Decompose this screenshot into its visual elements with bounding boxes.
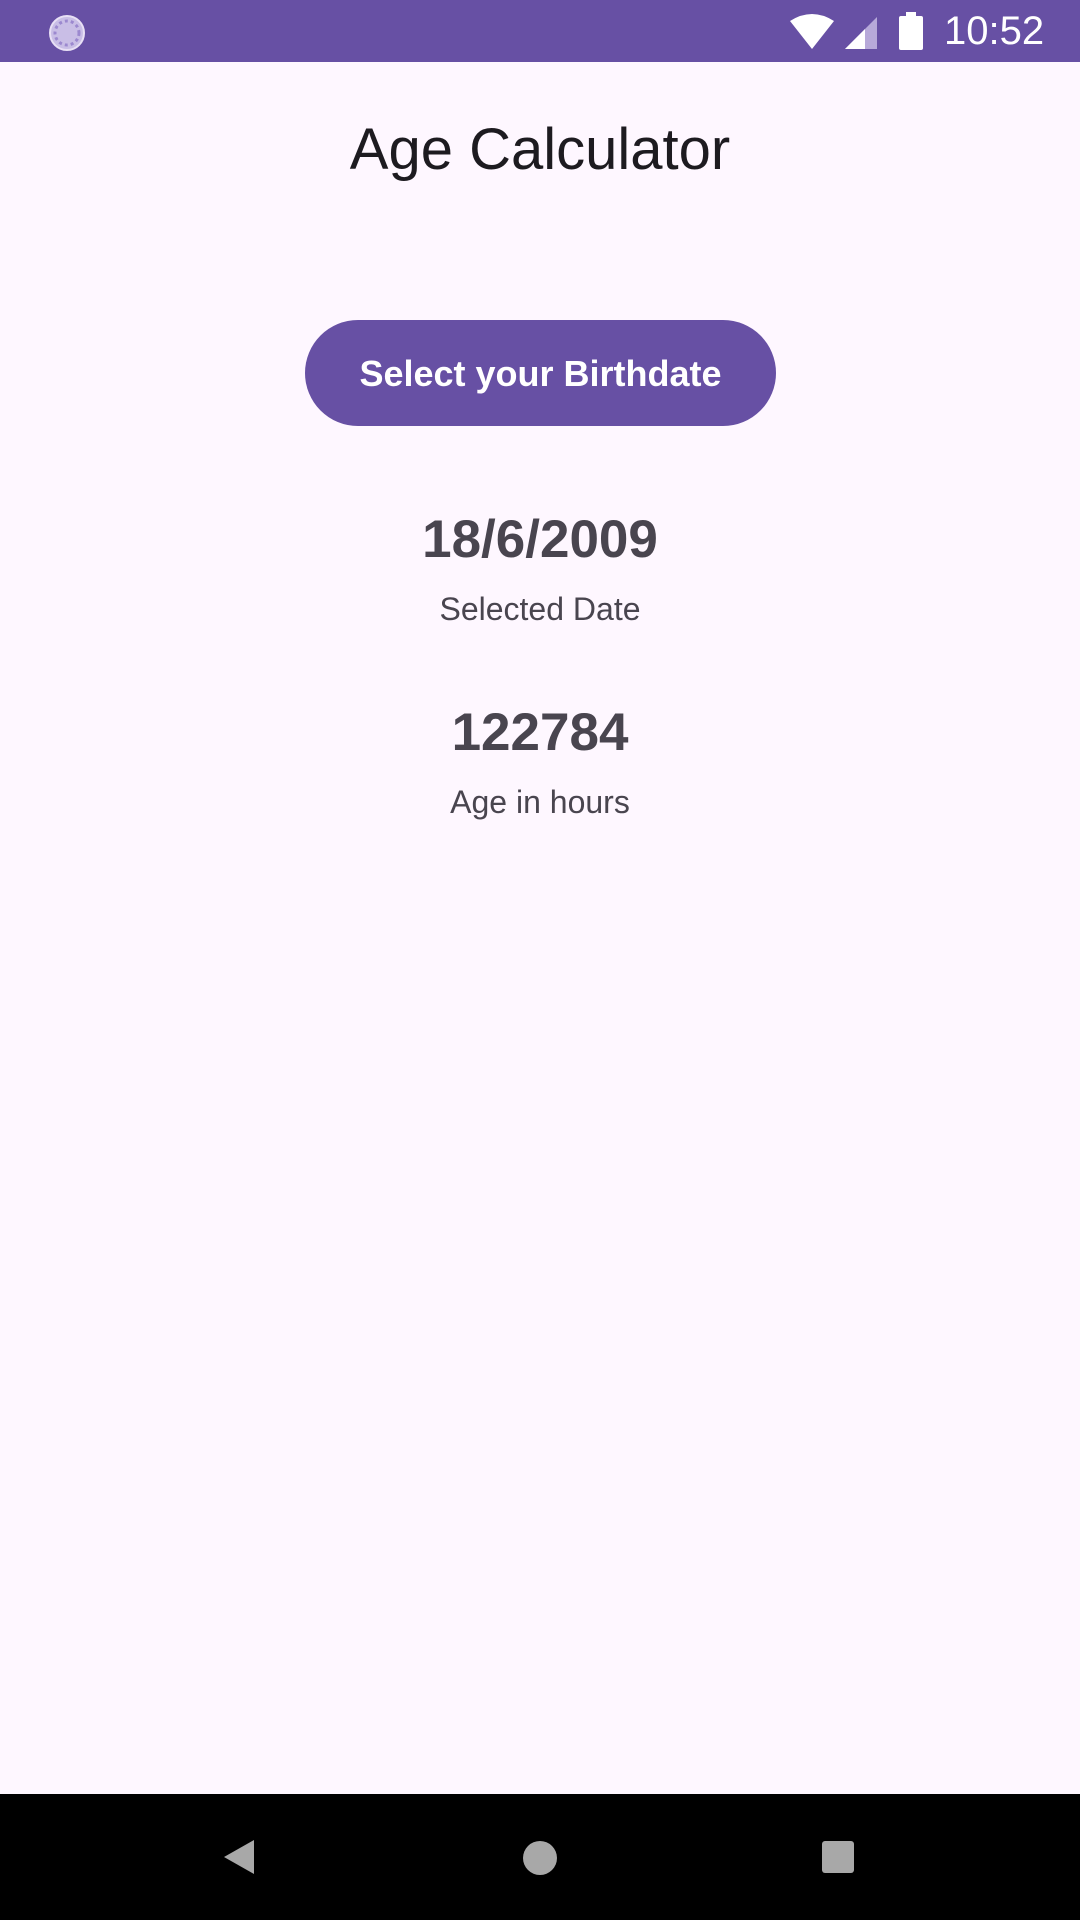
- status-bar: 10:52: [0, 0, 1080, 62]
- back-icon[interactable]: [222, 1838, 256, 1876]
- home-icon[interactable]: [522, 1840, 558, 1876]
- select-birthdate-button[interactable]: Select your Birthdate: [305, 320, 776, 426]
- age-in-hours-label: Age in hours: [450, 784, 630, 820]
- loading-spinner-icon: [49, 15, 85, 51]
- status-time: 10:52: [944, 9, 1045, 53]
- page-title: Age Calculator: [349, 117, 731, 182]
- age-in-hours-value: 122784: [451, 703, 629, 762]
- selected-date-label: Selected Date: [439, 591, 641, 627]
- battery-icon: [899, 12, 923, 50]
- selected-date-value: 18/6/2009: [422, 510, 658, 569]
- signal-icon: [845, 17, 877, 49]
- recents-icon[interactable]: [821, 1840, 855, 1874]
- wifi-icon: [790, 14, 834, 49]
